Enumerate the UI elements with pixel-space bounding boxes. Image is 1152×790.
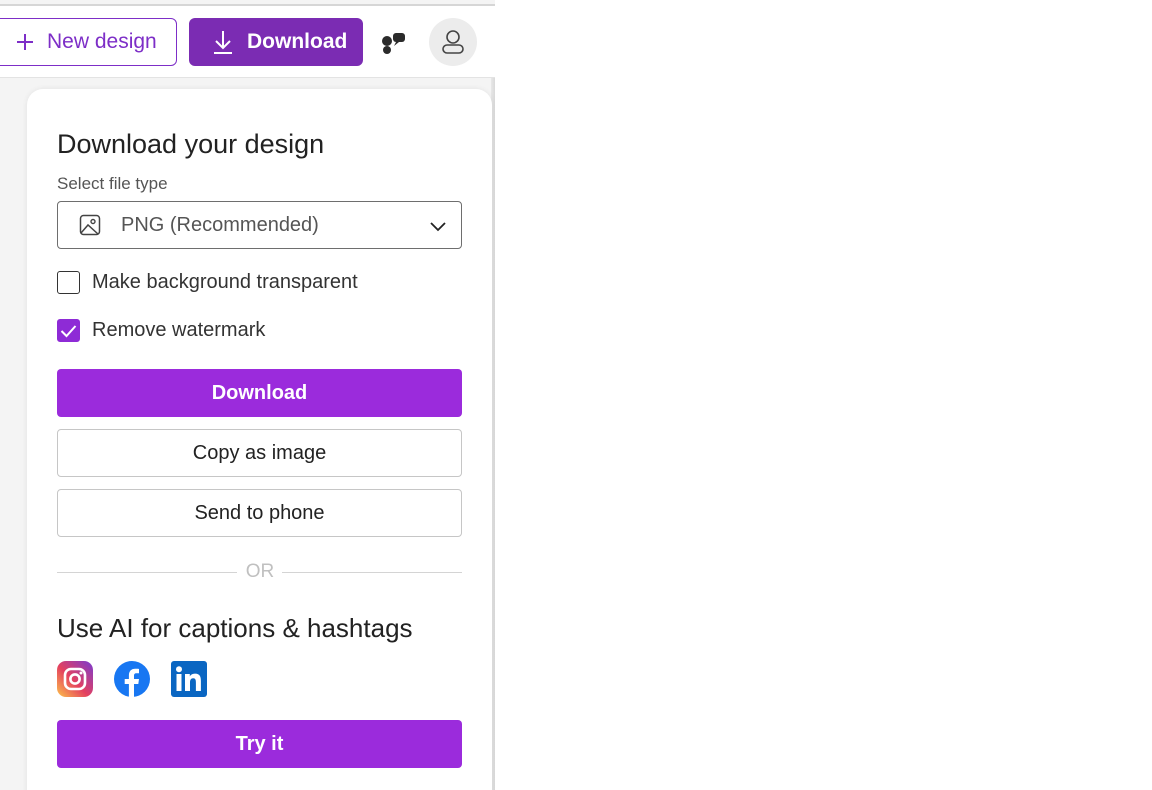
top-toolbar: New design Download [0, 6, 495, 78]
new-design-button[interactable]: New design [0, 18, 177, 66]
image-icon [79, 214, 101, 236]
or-divider: OR [57, 561, 462, 585]
facebook-icon[interactable] [114, 661, 150, 697]
copy-as-image-button[interactable]: Copy as image [57, 429, 462, 477]
chevron-down-icon [430, 222, 446, 232]
feedback-button[interactable] [378, 28, 408, 58]
or-text: OR [245, 561, 275, 582]
remove-watermark-option[interactable]: Remove watermark [57, 319, 265, 342]
new-design-label: New design [47, 30, 157, 53]
download-icon [214, 31, 232, 54]
transparent-background-checkbox[interactable] [57, 271, 80, 294]
send-to-phone-button[interactable]: Send to phone [57, 489, 462, 537]
download-panel: Download your design Select file type PN… [27, 89, 492, 790]
try-it-button[interactable]: Try it [57, 720, 462, 768]
remove-watermark-checkbox[interactable] [57, 319, 80, 342]
transparent-background-option[interactable]: Make background transparent [57, 271, 358, 294]
instagram-icon[interactable] [57, 661, 93, 697]
remove-watermark-label: Remove watermark [92, 319, 266, 341]
checkmark-icon [60, 324, 77, 337]
panel-title: Download your design [57, 129, 325, 159]
ai-captions-title: Use AI for captions & hashtags [57, 613, 413, 643]
file-type-value: PNG (Recommended) [121, 213, 319, 236]
file-type-label: Select file type [57, 174, 168, 193]
download-button[interactable]: Download [57, 369, 462, 417]
transparent-background-label: Make background transparent [92, 271, 358, 293]
or-line-right [282, 572, 462, 573]
chat-bubbles-icon [382, 33, 405, 54]
app-window: New design Download Download your design… [0, 0, 1152, 790]
file-type-select[interactable]: PNG (Recommended) [57, 201, 462, 249]
plus-icon [17, 34, 33, 50]
account-avatar-button[interactable] [429, 18, 477, 66]
side-pane: New design Download Download your design… [0, 0, 495, 790]
download-toolbar-button[interactable]: Download [189, 18, 363, 66]
linkedin-icon[interactable] [171, 661, 207, 697]
user-icon [442, 30, 464, 54]
or-line-left [57, 572, 237, 573]
download-toolbar-label: Download [247, 30, 348, 53]
